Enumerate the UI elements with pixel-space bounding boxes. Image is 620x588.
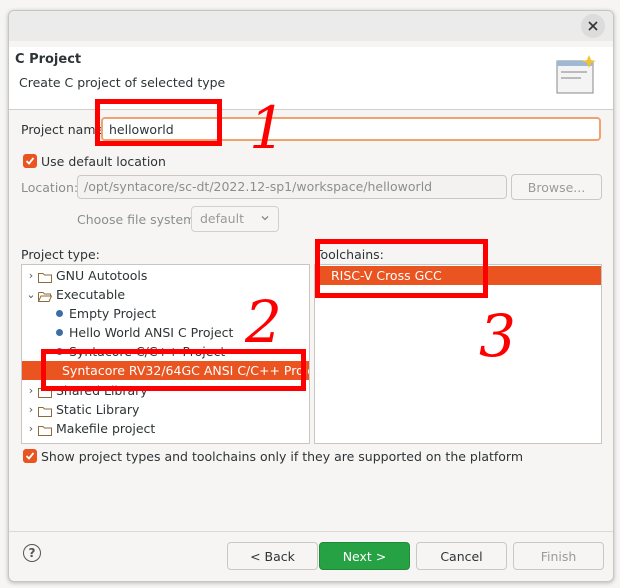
tree-item-label: Static Library: [56, 402, 140, 417]
file-system-value: default: [200, 211, 244, 226]
annotation-box-3: [315, 239, 488, 298]
folder-icon: [38, 271, 52, 283]
folder-icon: [38, 405, 52, 417]
use-default-location-checkbox[interactable]: [23, 154, 37, 168]
annotation-number-1: 1: [249, 94, 286, 162]
wizard-icon: [555, 53, 599, 100]
tree-item-static-library[interactable]: › Static Library: [22, 400, 309, 419]
tree-item-label: Hello World ANSI C Project: [69, 325, 234, 340]
project-type-icon: [56, 310, 63, 317]
tree-item-gnu-autotools[interactable]: › GNU Autotools: [22, 266, 309, 285]
tree-item-label: GNU Autotools: [56, 268, 148, 283]
c-project-dialog: C Project Create C project of selected t…: [8, 10, 614, 582]
chevron-down-icon: [260, 211, 270, 226]
chevron-right-icon: ›: [28, 269, 34, 282]
chevron-right-icon: ›: [28, 403, 34, 416]
file-system-label: Choose file system:: [77, 212, 200, 227]
annotation-number-2: 2: [245, 288, 282, 356]
finish-button[interactable]: Finish: [513, 542, 604, 570]
close-icon: [588, 19, 598, 34]
title-bar: [9, 11, 613, 41]
location-label: Location:: [21, 180, 79, 195]
browse-button[interactable]: Browse...: [511, 174, 602, 200]
tree-item-label: Makefile project: [56, 421, 156, 436]
chevron-right-icon: ›: [28, 384, 34, 397]
project-type-label: Project type:: [21, 247, 100, 262]
page-description: Create C project of selected type: [19, 75, 226, 90]
tree-item-label: Executable: [56, 287, 126, 302]
tree-item-makefile-project[interactable]: › Makefile project: [22, 419, 309, 438]
file-system-select[interactable]: default: [191, 206, 279, 232]
close-button[interactable]: [581, 14, 605, 38]
tree-item-label: Empty Project: [69, 306, 157, 321]
back-button[interactable]: < Back: [227, 542, 318, 570]
chevron-right-icon: ›: [28, 422, 34, 435]
page-title: C Project: [15, 52, 82, 67]
folder-open-icon: [38, 290, 53, 302]
location-input[interactable]: /opt/syntacore/sc-dt/2022.12-sp1/workspa…: [77, 175, 507, 199]
project-type-icon: [56, 329, 63, 336]
next-button[interactable]: Next >: [319, 542, 410, 570]
use-default-location-label: Use default location: [41, 154, 166, 169]
show-supported-checkbox[interactable]: [23, 449, 37, 463]
folder-icon: [38, 424, 52, 436]
show-supported-label: Show project types and toolchains only i…: [41, 449, 524, 464]
annotation-number-3: 3: [479, 302, 516, 370]
cancel-button[interactable]: Cancel: [416, 542, 507, 570]
help-icon[interactable]: ?: [23, 544, 41, 562]
footer-separator: [9, 531, 613, 532]
chevron-down-icon: ⌄: [26, 288, 36, 301]
annotation-box-1: [95, 99, 222, 146]
